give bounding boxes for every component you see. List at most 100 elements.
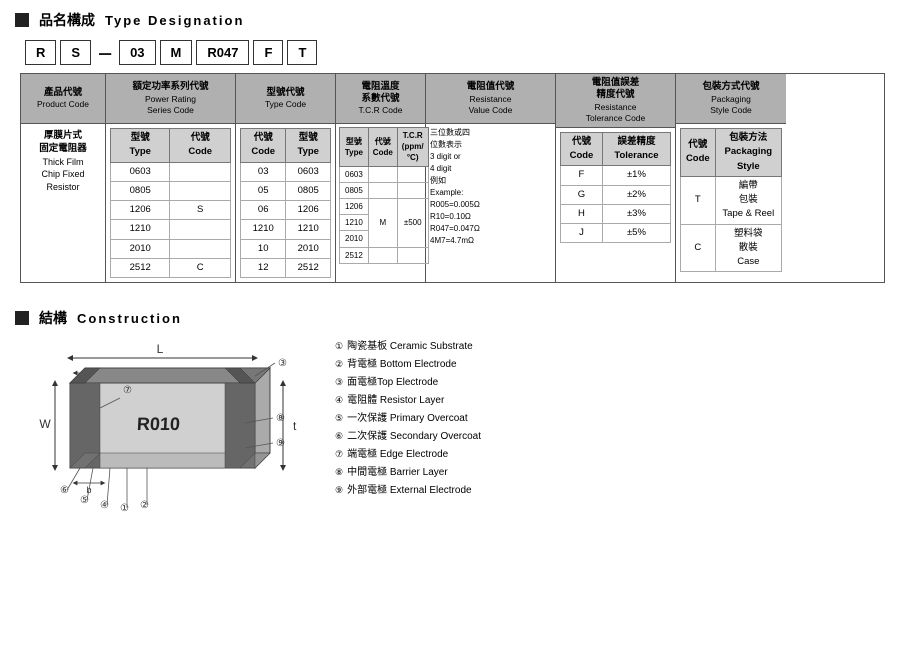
col-tolerance-header-en: Resistance [594, 102, 636, 113]
construction-item-8: ⑧ 中間電極 Barrier Layer [335, 464, 481, 482]
item-1-num: ① [335, 338, 343, 354]
pkg-row-tape: T 編帶包裝Tape & Reel [681, 176, 782, 224]
tcr-row: 0603 [340, 166, 429, 182]
code-S: S [60, 40, 91, 65]
code-dash: － [95, 41, 115, 65]
svg-text:W: W [39, 417, 51, 431]
tolerance-table: 代號Code 誤差精度Tolerance F±1% G±2% H±3% J±5% [560, 132, 671, 244]
item-9-num: ⑨ [335, 482, 343, 498]
svg-text:t: t [293, 419, 297, 433]
type-designation-section: 品名構成 Type Designation R S － 03 M R047 F … [15, 10, 885, 283]
top-codes-row: R S － 03 M R047 F T [25, 40, 885, 65]
resistance-example2: R10=0.10Ω [430, 211, 551, 223]
section1-title-en: Type Designation [105, 13, 244, 28]
svg-text:⑥: ⑥ [60, 485, 69, 496]
col-resistance-header-en: ResistanceValue Code [469, 94, 513, 116]
col-resistance-body: 三位數或四 位數表示 3 digit or 4 digit 例如 Example… [426, 124, 555, 250]
tcr-th-tcr: T.C.R(ppm/°C) [397, 128, 428, 167]
pkg-th-style: 包裝方法PackagingStyle [715, 129, 781, 177]
col-packaging-header-jp: 包裝方式代號 [702, 81, 759, 93]
power-table: 型號Type 代號Code 0603 0805 1206S 1210 2010 … [110, 128, 231, 278]
tol-th-tolerance: 誤差精度Tolerance [602, 132, 670, 166]
col-resistance-header-jp: 電阻值代號 [467, 81, 515, 93]
col-power: 額定功率系列代號 Power RatingSeries Code 型號Type … [106, 74, 236, 282]
col-tcr: 電阻溫度系數代號 T.C.R Code 型號Type 代號Code T.C.R(… [336, 74, 426, 282]
item-3-text: 面電極Top Electrode [347, 374, 438, 392]
resistance-desc2: 位數表示 [430, 139, 551, 151]
construction-section: 結構 Construction L a [15, 308, 885, 541]
item-1-text: 陶瓷基板 Ceramic Substrate [347, 338, 473, 356]
tcr-th-type: 型號Type [340, 128, 369, 167]
code-M: M [160, 40, 193, 65]
col-type-header-jp: 型號代號 [266, 87, 304, 99]
construction-item-9: ⑨ 外部電極 External Electrode [335, 482, 481, 500]
tcr-th-code: 代號Code [368, 128, 397, 167]
power-row: 2010 [111, 239, 231, 258]
resistance-desc4: 4 digit [430, 163, 551, 175]
col-tolerance-body: 代號Code 誤差精度Tolerance F±1% G±2% H±3% J±5% [556, 128, 675, 248]
col-type: 型號代號 Type Code 代號Code 型號Type 030603 0508… [236, 74, 336, 282]
col-packaging-header: 包裝方式代號 PackagingStyle Code [676, 74, 786, 124]
product-en-name: Thick FilmChip FixedResistor [24, 156, 102, 194]
tcr-row: 0805 [340, 182, 429, 198]
item-7-num: ⑦ [335, 446, 343, 462]
col-product-header-en: Product Code [37, 99, 89, 110]
chip-svg: L a W [15, 338, 315, 538]
col-tolerance-header-jp: 電阻值誤差精度代號 [592, 77, 640, 102]
col-product-header: 產品代號 Product Code [21, 74, 105, 124]
col-power-header-jp: 額定功率系列代號 [132, 81, 208, 93]
section1-icon [15, 13, 29, 27]
col-tcr-header-en: T.C.R Code [359, 105, 403, 116]
tol-row: G±2% [561, 185, 671, 204]
section1-header: 品名構成 Type Designation [15, 10, 885, 30]
type-th-code: 代號Code [241, 129, 286, 163]
col-power-body: 型號Type 代號Code 0603 0805 1206S 1210 2010 … [106, 124, 235, 282]
type-row: 122512 [241, 258, 331, 277]
power-row: 1206S [111, 201, 231, 220]
item-2-text: 背電極 Bottom Electrode [347, 356, 456, 374]
power-row: 0805 [111, 181, 231, 200]
col-tolerance-header-en2: Tolerance Code [586, 113, 646, 124]
section1-title-jp: 品名構成 [39, 10, 95, 30]
power-th-code: 代號Code [170, 129, 231, 163]
pkg-th-code: 代號Code [681, 129, 716, 177]
col-power-header: 額定功率系列代號 Power RatingSeries Code [106, 74, 235, 124]
col-type-header-en: Type Code [265, 99, 306, 110]
chip-diagram: L a W [15, 338, 315, 541]
col-tolerance-header: 電阻值誤差精度代號 Resistance Tolerance Code [556, 74, 675, 128]
svg-text:②: ② [140, 500, 149, 511]
col-product-body: 厚膜片式固定電阻器 Thick FilmChip FixedResistor [21, 124, 105, 198]
construction-item-1: ① 陶瓷基板 Ceramic Substrate [335, 338, 481, 356]
type-row: 12101210 [241, 220, 331, 239]
col-tcr-header-jp: 電阻溫度系數代號 [361, 81, 399, 106]
col-type-body: 代號Code 型號Type 030603 050805 061206 12101… [236, 124, 335, 282]
col-resistance: 電阻值代號 ResistanceValue Code 三位數或四 位數表示 3 … [426, 74, 556, 282]
col-packaging: 包裝方式代號 PackagingStyle Code 代號Code 包裝方法Pa… [676, 74, 786, 282]
tol-row: F±1% [561, 166, 671, 185]
svg-text:⑨: ⑨ [276, 438, 285, 449]
product-jp-name: 厚膜片式固定電阻器 [24, 129, 102, 156]
code-R047: R047 [196, 40, 249, 65]
svg-text:L: L [157, 342, 164, 356]
svg-text:③: ③ [278, 358, 287, 369]
type-row: 030603 [241, 162, 331, 181]
code-T: T [287, 40, 317, 65]
col-packaging-body: 代號Code 包裝方法PackagingStyle T 編帶包裝Tape & R… [676, 124, 786, 276]
pkg-row-case: C 塑料袋散裝Case [681, 224, 782, 272]
construction-item-3: ③ 面電極Top Electrode [335, 374, 481, 392]
type-row: 061206 [241, 201, 331, 220]
type-row: 102010 [241, 239, 331, 258]
code-R: R [25, 40, 56, 65]
item-2-num: ② [335, 356, 343, 372]
main-table: 產品代號 Product Code 厚膜片式固定電阻器 Thick FilmCh… [20, 73, 885, 283]
construction-body: L a W [15, 338, 885, 541]
tcr-row: 1206M±500 [340, 198, 429, 214]
tcr-table: 型號Type 代號Code T.C.R(ppm/°C) 0603 0805 12… [339, 127, 429, 264]
item-9-text: 外部電極 External Electrode [347, 482, 472, 500]
svg-text:⑧: ⑧ [276, 413, 285, 424]
type-row: 050805 [241, 181, 331, 200]
construction-item-4: ④ 電阻體 Resistor Layer [335, 392, 481, 410]
item-5-text: 一次保護 Primary Overcoat [347, 410, 468, 428]
tol-th-code: 代號Code [561, 132, 603, 166]
resistance-desc3: 3 digit or [430, 151, 551, 163]
